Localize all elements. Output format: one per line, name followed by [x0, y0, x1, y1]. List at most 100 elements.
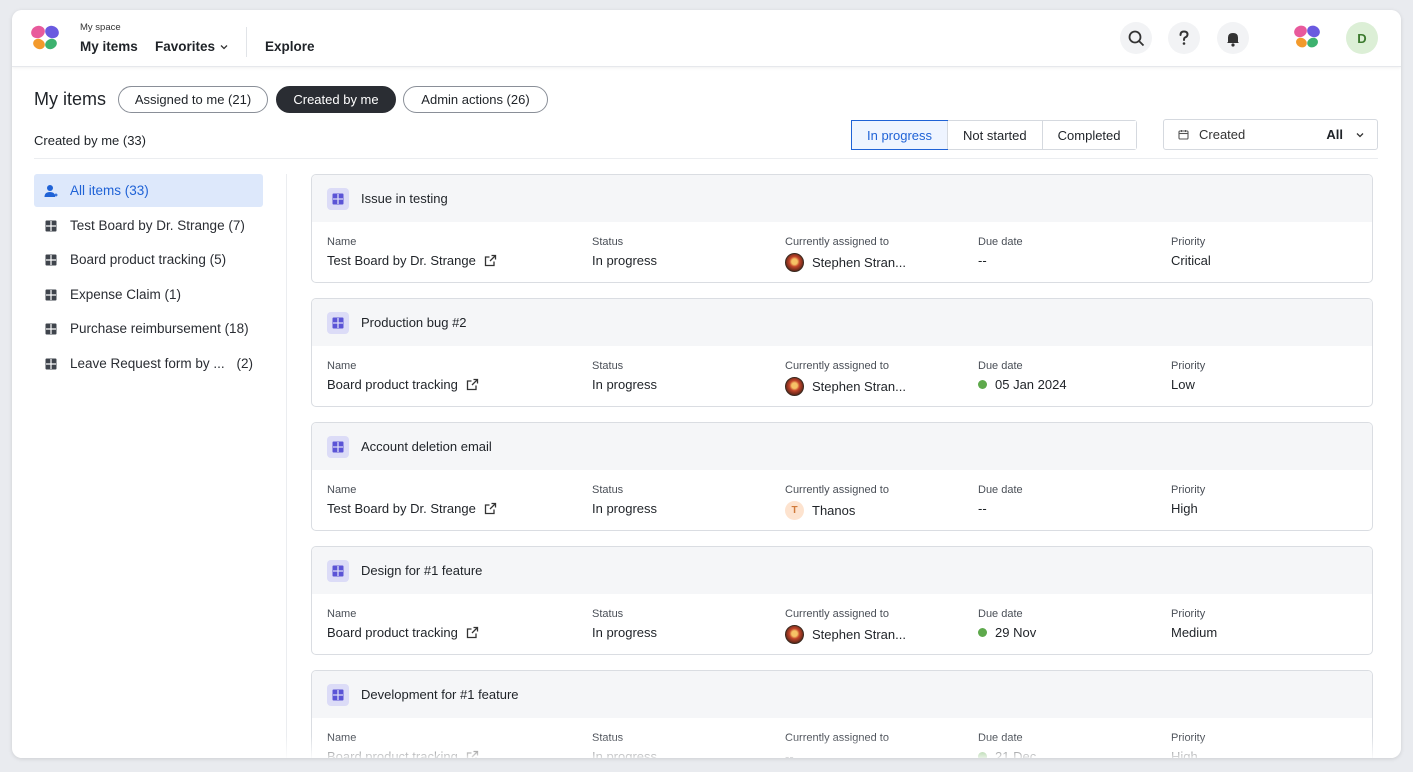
- notifications-button[interactable]: [1217, 22, 1249, 54]
- card-title[interactable]: Production bug #2: [361, 315, 467, 330]
- pill-created-by-me[interactable]: Created by me: [276, 86, 396, 113]
- sidebar-item-all-items[interactable]: All items (33): [34, 174, 263, 207]
- due-date-value: 21 Dec: [995, 749, 1037, 758]
- item-card[interactable]: Production bug #2 Name Board product trac…: [311, 298, 1373, 407]
- card-title[interactable]: Account deletion email: [361, 439, 492, 454]
- card-header: Production bug #2: [312, 299, 1372, 346]
- board-name[interactable]: Board product tracking: [327, 377, 458, 392]
- assignee-name: Stephen Stran...: [812, 379, 906, 394]
- name-label: Name: [327, 360, 357, 372]
- priority-value: Low: [1171, 377, 1195, 392]
- due-date-label: Due date: [978, 732, 1023, 744]
- priority-value: Critical: [1171, 253, 1211, 268]
- assignee-avatar: T: [785, 501, 804, 520]
- section-subtitle: Created by me (33): [34, 133, 146, 148]
- sidebar-item-leave-request[interactable]: Leave Request form by ... (2): [34, 347, 263, 380]
- board-icon: [44, 253, 58, 267]
- sidebar-item-board-product-tracking[interactable]: Board product tracking (5): [34, 243, 263, 276]
- board-icon: [327, 435, 349, 458]
- status-segmented-control: In progress Not started Completed: [850, 120, 1137, 150]
- assignee-name: Stephen Stran...: [812, 255, 906, 270]
- created-date-filter[interactable]: Created All: [1163, 119, 1378, 150]
- external-link-icon[interactable]: [466, 750, 479, 758]
- status-value: In progress: [592, 501, 658, 516]
- sidebar-item-label: Board product tracking (5): [70, 252, 227, 267]
- sidebar-item-label: Leave Request form by ...: [70, 356, 225, 371]
- status-label: Status: [592, 608, 624, 620]
- workspace-logo-icon[interactable]: [1293, 24, 1321, 50]
- sidebar-item-test-board[interactable]: Test Board by Dr. Strange (7): [34, 209, 263, 242]
- card-header: Account deletion email: [312, 423, 1372, 470]
- priority-value: High: [1171, 749, 1198, 758]
- due-date-value: 05 Jan 2024: [995, 377, 1067, 392]
- assigned-label: Currently assigned to: [785, 608, 889, 620]
- due-status-dot: [978, 752, 987, 758]
- priority-label: Priority: [1171, 236, 1206, 248]
- chevron-down-icon: [1356, 132, 1364, 137]
- created-filter-label: Created: [1199, 127, 1246, 142]
- board-name[interactable]: Test Board by Dr. Strange: [327, 501, 476, 516]
- space-label: My space: [80, 22, 121, 33]
- board-icon: [44, 219, 58, 233]
- assignee-name: Thanos: [812, 503, 856, 518]
- page-title: My items: [34, 89, 106, 109]
- status-label: Status: [592, 732, 624, 744]
- status-value: In progress: [592, 253, 658, 268]
- status-not-started[interactable]: Not started: [947, 121, 1042, 149]
- assigned-label: Currently assigned to: [785, 360, 889, 372]
- sidebar-item-label: Test Board by Dr. Strange (7): [70, 218, 245, 233]
- pill-assigned-to-me[interactable]: Assigned to me (21): [118, 86, 268, 113]
- external-link-icon[interactable]: [484, 254, 497, 267]
- sidebar-item-label: All items (33): [70, 183, 149, 198]
- app-logo-icon[interactable]: [30, 24, 60, 52]
- search-button[interactable]: [1120, 22, 1152, 54]
- assigned-label: Currently assigned to: [785, 732, 889, 744]
- card-title[interactable]: Issue in testing: [361, 191, 448, 206]
- board-icon: [327, 559, 349, 582]
- board-icon: [44, 288, 58, 302]
- status-value: In progress: [592, 625, 658, 640]
- status-in-progress[interactable]: In progress: [850, 120, 949, 150]
- external-link-icon[interactable]: [466, 378, 479, 391]
- status-completed[interactable]: Completed: [1041, 121, 1136, 149]
- board-icon: [327, 311, 349, 334]
- nav-explore[interactable]: Explore: [265, 39, 315, 54]
- due-date-value: 29 Nov: [995, 625, 1037, 640]
- item-card[interactable]: Development for #1 feature Name Board pro…: [311, 670, 1373, 758]
- created-filter-value: All: [1326, 127, 1343, 142]
- card-header: Development for #1 feature: [312, 671, 1372, 718]
- priority-label: Priority: [1171, 732, 1206, 744]
- external-link-icon[interactable]: [466, 626, 479, 639]
- nav-my-items[interactable]: My items: [80, 39, 138, 54]
- board-name[interactable]: Board product tracking: [327, 625, 458, 640]
- card-title[interactable]: Design for #1 feature: [361, 563, 482, 578]
- board-icon: [44, 322, 58, 336]
- card-header: Issue in testing: [312, 175, 1372, 222]
- due-date-label: Due date: [978, 360, 1023, 372]
- sidebar-item-label: Purchase reimbursement (18): [70, 321, 249, 336]
- card-title[interactable]: Development for #1 feature: [361, 687, 519, 702]
- user-avatar[interactable]: D: [1346, 22, 1378, 54]
- board-icon: [44, 357, 58, 371]
- nav-favorites[interactable]: Favorites: [155, 39, 229, 54]
- status-value: In progress: [592, 377, 658, 392]
- due-status-dot: [978, 628, 987, 637]
- item-card[interactable]: Account deletion email Name Test Board by…: [311, 422, 1373, 531]
- header-divider: [34, 158, 1378, 159]
- name-label: Name: [327, 608, 357, 620]
- app-window: My space My items Favorites Explore D My…: [12, 10, 1401, 758]
- sidebar-divider: [286, 174, 287, 758]
- board-name[interactable]: Board product tracking: [327, 749, 458, 758]
- board-name[interactable]: Test Board by Dr. Strange: [327, 253, 476, 268]
- assignee-avatar: [785, 625, 804, 644]
- due-date-label: Due date: [978, 236, 1023, 248]
- external-link-icon[interactable]: [484, 502, 497, 515]
- sidebar-item-expense-claim[interactable]: Expense Claim (1): [34, 278, 263, 311]
- help-button[interactable]: [1168, 22, 1200, 54]
- assignee-avatar: [785, 377, 804, 396]
- sidebar-item-purchase-reimbursement[interactable]: Purchase reimbursement (18): [34, 312, 263, 345]
- name-label: Name: [327, 732, 357, 744]
- item-card[interactable]: Design for #1 feature Name Board product …: [311, 546, 1373, 655]
- pill-admin-actions[interactable]: Admin actions (26): [403, 86, 548, 113]
- item-card[interactable]: Issue in testing Name Test Board by Dr. S…: [311, 174, 1373, 283]
